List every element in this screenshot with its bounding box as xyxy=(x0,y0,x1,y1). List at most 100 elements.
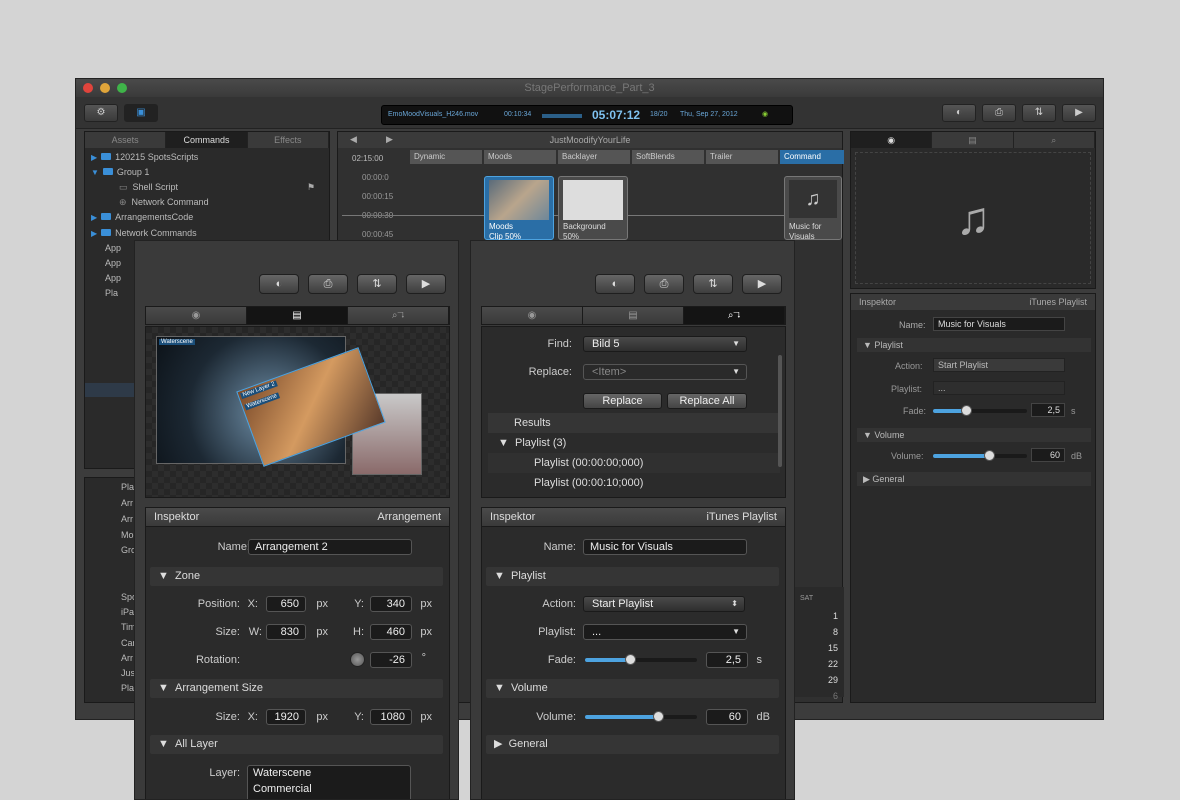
calendar-day[interactable]: 6 xyxy=(833,691,838,701)
tab-search[interactable]: ⌕↴ xyxy=(684,307,785,324)
list-item[interactable]: ▼ Group 1 xyxy=(91,167,149,177)
list-item[interactable]: Waterscene xyxy=(253,767,311,779)
forward-arrow-icon[interactable]: ▶ xyxy=(386,134,393,145)
tab-preview[interactable]: ◉ xyxy=(146,307,247,324)
playlist-section[interactable]: ▼ Playlist xyxy=(486,567,779,586)
playlist-select[interactable]: ... xyxy=(933,381,1065,395)
replace-select[interactable]: <Item> ▼ xyxy=(583,364,747,380)
top-button-1[interactable]: ◐ xyxy=(942,104,976,122)
all-layer-section[interactable]: ▼ All Layer xyxy=(150,735,443,754)
volume-field[interactable]: 60 xyxy=(706,709,748,725)
list-item[interactable]: Arr xyxy=(121,514,133,524)
volume-slider-knob[interactable] xyxy=(984,450,996,461)
calendar-day[interactable]: 15 xyxy=(828,643,838,653)
fade-slider[interactable] xyxy=(933,405,1027,416)
tab-layers[interactable]: ▤ xyxy=(583,307,684,324)
list-item[interactable]: ▭ Shell Script ⚑ xyxy=(119,182,315,193)
general-section[interactable]: ▶ General xyxy=(486,735,779,754)
calendar-day[interactable]: 22 xyxy=(828,659,838,669)
size-h-field[interactable]: 460 xyxy=(370,624,412,640)
list-item[interactable]: ▶ Network Commands xyxy=(91,228,197,238)
arrangement-size-section[interactable]: ▼ Arrangement Size xyxy=(150,679,443,698)
rotation-knob[interactable] xyxy=(350,652,365,667)
tab-preview[interactable]: ◉ xyxy=(482,307,583,324)
track-header[interactable]: Trailer xyxy=(706,150,778,164)
fade-slider-knob[interactable] xyxy=(960,405,972,416)
top-button-2[interactable]: ⎙ xyxy=(982,104,1016,122)
list-item[interactable]: Jus xyxy=(121,668,135,678)
list-item[interactable]: Commercial xyxy=(253,783,312,795)
tab-layers[interactable]: ▤ xyxy=(247,307,348,324)
list-item[interactable]: ⊕ Network Command xyxy=(119,197,209,208)
commands-view-button[interactable]: ▣ xyxy=(124,104,158,122)
scrollbar[interactable] xyxy=(778,355,782,467)
play-button[interactable]: ▶ xyxy=(406,274,446,294)
settings-button[interactable]: ⚙ xyxy=(84,104,118,122)
zoom-window-button[interactable] xyxy=(117,83,127,93)
track-header[interactable]: Backlayer xyxy=(558,150,630,164)
track-header[interactable]: Moods xyxy=(484,150,556,164)
clip[interactable]: ♫ Music for Visuals xyxy=(784,176,842,241)
minimize-window-button[interactable] xyxy=(100,83,110,93)
list-item[interactable]: Pla xyxy=(121,482,134,492)
result-item[interactable]: Playlist (00:00:10;000) xyxy=(488,473,780,493)
list-item[interactable]: Pla xyxy=(105,288,118,298)
list-item[interactable]: Mo xyxy=(121,530,134,540)
track-header-selected[interactable]: Command xyxy=(780,150,844,164)
tab-commands[interactable]: Commands xyxy=(166,132,248,148)
name-field[interactable]: Arrangement 2 xyxy=(248,539,412,555)
list-item[interactable]: App xyxy=(105,273,121,283)
playlist-section[interactable]: ▼ Playlist xyxy=(857,338,1091,352)
clip[interactable]: Background 50% xyxy=(558,176,628,241)
record-button[interactable]: ◐ xyxy=(595,274,635,294)
list-item[interactable]: iPa xyxy=(121,607,134,617)
play-button-main[interactable]: ▶ xyxy=(1062,104,1096,122)
list-item[interactable]: Pla xyxy=(121,683,134,693)
back-arrow-icon[interactable]: ◀ xyxy=(350,134,357,145)
fade-slider-knob[interactable] xyxy=(624,654,636,665)
volume-slider[interactable] xyxy=(933,450,1027,461)
clip[interactable]: Moods Clip 50% xyxy=(484,176,554,241)
volume-field[interactable]: 60 xyxy=(1031,448,1065,462)
replace-all-button[interactable]: Replace All xyxy=(667,393,747,409)
replace-button[interactable]: Replace xyxy=(583,393,662,409)
list-item[interactable]: App xyxy=(105,243,121,253)
position-x-field[interactable]: 650 xyxy=(266,596,306,612)
tab-preview[interactable]: ◉ xyxy=(851,132,933,148)
calendar-day[interactable]: 1 xyxy=(833,611,838,621)
playlist-select[interactable]: ... ▼ xyxy=(583,624,747,640)
layer-list[interactable]: Waterscene Commercial xyxy=(247,765,411,799)
list-item[interactable]: ▶ ArrangementsCode xyxy=(91,212,193,222)
volume-slider-knob[interactable] xyxy=(652,711,664,722)
tab-search[interactable]: ⌕↴ xyxy=(348,307,449,324)
arrangement-size-y-field[interactable]: 1080 xyxy=(370,709,412,725)
sync-button[interactable]: ⇅ xyxy=(693,274,733,294)
tab-search[interactable]: ⌕ xyxy=(1013,132,1095,148)
close-window-button[interactable] xyxy=(83,83,93,93)
name-field[interactable]: Music for Visuals xyxy=(933,317,1065,331)
result-item[interactable]: Playlist (00:00:00;000) xyxy=(488,453,780,473)
tab-effects[interactable]: Effects xyxy=(247,132,329,148)
list-item[interactable]: Arr xyxy=(121,653,133,663)
volume-section[interactable]: ▼ Volume xyxy=(857,428,1091,442)
calendar-day[interactable]: 8 xyxy=(833,627,838,637)
print-button[interactable]: ⎙ xyxy=(308,274,348,294)
calendar-day[interactable]: 29 xyxy=(828,675,838,685)
tab-layers[interactable]: ▤ xyxy=(932,132,1014,148)
name-field[interactable]: Music for Visuals xyxy=(583,539,747,555)
volume-section[interactable]: ▼ Volume xyxy=(486,679,779,698)
record-button[interactable]: ◐ xyxy=(259,274,299,294)
fade-field[interactable]: 2,5 xyxy=(706,652,748,668)
position-y-field[interactable]: 340 xyxy=(370,596,412,612)
arrangement-preview[interactable]: Waterscene New Layer 2 Waterscene xyxy=(145,326,450,498)
zone-section[interactable]: ▼ Zone xyxy=(150,567,443,586)
find-select[interactable]: Bild 5 ▼ xyxy=(583,336,747,352)
list-item[interactable]: App xyxy=(105,258,121,268)
print-button[interactable]: ⎙ xyxy=(644,274,684,294)
sync-button[interactable]: ⇅ xyxy=(357,274,397,294)
top-button-3[interactable]: ⇅ xyxy=(1022,104,1056,122)
general-section[interactable]: ▶ General xyxy=(857,472,1091,486)
action-select[interactable]: Start Playlist xyxy=(933,358,1065,372)
fade-field[interactable]: 2,5 xyxy=(1031,403,1065,417)
list-item[interactable]: Arr xyxy=(121,498,133,508)
